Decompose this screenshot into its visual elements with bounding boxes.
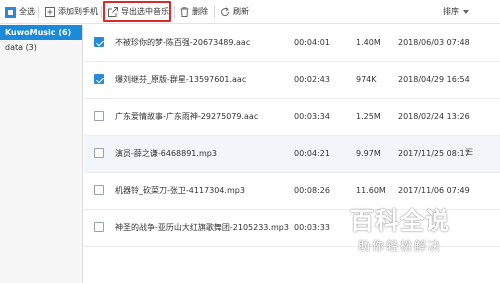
table-row[interactable]: 广东爱情故事-广东雨神-29275079.aac 00:03:34 1.25M …: [84, 99, 500, 136]
song-name: 神圣的战争-亚历山大红旗歌舞团-2105233.mp3: [115, 223, 289, 232]
song-date: 2017/11/25 08:17: [398, 149, 470, 158]
toolbar-divider: [214, 6, 215, 18]
toolbar-divider: [174, 6, 175, 18]
row-checkbox[interactable]: [94, 222, 104, 232]
song-date: 2018/04/29 16:54: [398, 75, 470, 84]
caret-down-icon: [463, 5, 469, 19]
song-duration: 00:04:21: [294, 149, 330, 158]
song-duration: 00:02:43: [294, 75, 330, 84]
watermark-subtitle: 助你轻松解决: [357, 239, 442, 253]
song-name: 演员-薛之谦-6468891.mp3: [115, 149, 217, 158]
table-row[interactable]: 演员-薛之谦-6468891.mp3 00:04:21 9.97M 2017/1…: [84, 136, 500, 173]
row-checkbox[interactable]: [94, 148, 104, 158]
song-date: 2018/02/24 13:26: [398, 112, 470, 121]
song-size: 1.25M: [356, 112, 381, 121]
watermark: 百科全说 助你轻松解决: [336, 205, 464, 263]
song-name: 广东爱情故事-广东雨神-29275079.aac: [115, 112, 259, 121]
song-duration: 00:03:33: [294, 223, 330, 232]
refresh-icon: [220, 7, 230, 17]
song-menu-icon[interactable]: ☰: [465, 148, 473, 158]
table-row[interactable]: 不被珍你的梦-陈百强-20673489.aac 00:04:01 1.40M 2…: [84, 25, 500, 62]
song-name: 机器铃_砍菜刀-张卫-4117304.mp3: [115, 186, 245, 195]
refresh-button[interactable]: 刷新: [220, 5, 249, 19]
delete-label: 删除: [192, 7, 208, 16]
toolbar: 全选 添加到手机 导出选中音乐 删除 刷新 排序: [0, 0, 500, 24]
sidebar-item-kuwomusic[interactable]: KuwoMusic (6): [0, 25, 82, 40]
sort-label: 排序: [443, 7, 459, 16]
select-all-icon: [5, 6, 16, 18]
select-all-button[interactable]: 全选: [5, 5, 35, 19]
toolbar-divider: [38, 6, 39, 18]
row-checkbox[interactable]: [94, 185, 104, 195]
toolbar-divider: [101, 6, 102, 18]
song-name: 不被珍你的梦-陈百强-20673489.aac: [115, 38, 251, 47]
table-row[interactable]: 爆刘继芬_原版-群星-13597601.aac 00:02:43 974K 20…: [84, 62, 500, 99]
row-checkbox[interactable]: [94, 74, 104, 84]
watermark-title: 百科全说: [350, 207, 450, 235]
song-size: 11.60M: [356, 186, 386, 195]
delete-button[interactable]: 删除: [180, 5, 208, 19]
sort-dropdown[interactable]: 排序: [443, 5, 469, 19]
row-checkbox[interactable]: [94, 37, 104, 47]
song-name: 爆刘继芬_原版-群星-13597601.aac: [115, 75, 247, 84]
song-duration: 00:03:34: [294, 112, 330, 121]
trash-icon: [180, 7, 189, 17]
add-to-phone-button[interactable]: 添加到手机: [45, 5, 98, 19]
song-duration: 00:08:26: [294, 186, 330, 195]
row-checkbox[interactable]: [94, 111, 104, 121]
song-size: 9.97M: [356, 149, 381, 158]
song-duration: 00:04:01: [294, 38, 330, 47]
sidebar-item-data[interactable]: data (3): [0, 40, 82, 55]
song-size: 974K: [356, 75, 377, 84]
add-to-phone-label: 添加到手机: [58, 7, 98, 16]
song-date: 2017/11/06 07:49: [398, 186, 470, 195]
select-all-label: 全选: [19, 7, 35, 16]
refresh-label: 刷新: [233, 7, 249, 16]
plus-icon: [45, 7, 55, 17]
song-size: 1.40M: [356, 38, 381, 47]
sidebar: KuwoMusic (6) data (3): [0, 25, 83, 283]
song-date: 2018/06/03 07:48: [398, 38, 470, 47]
highlight-box: [103, 1, 171, 22]
